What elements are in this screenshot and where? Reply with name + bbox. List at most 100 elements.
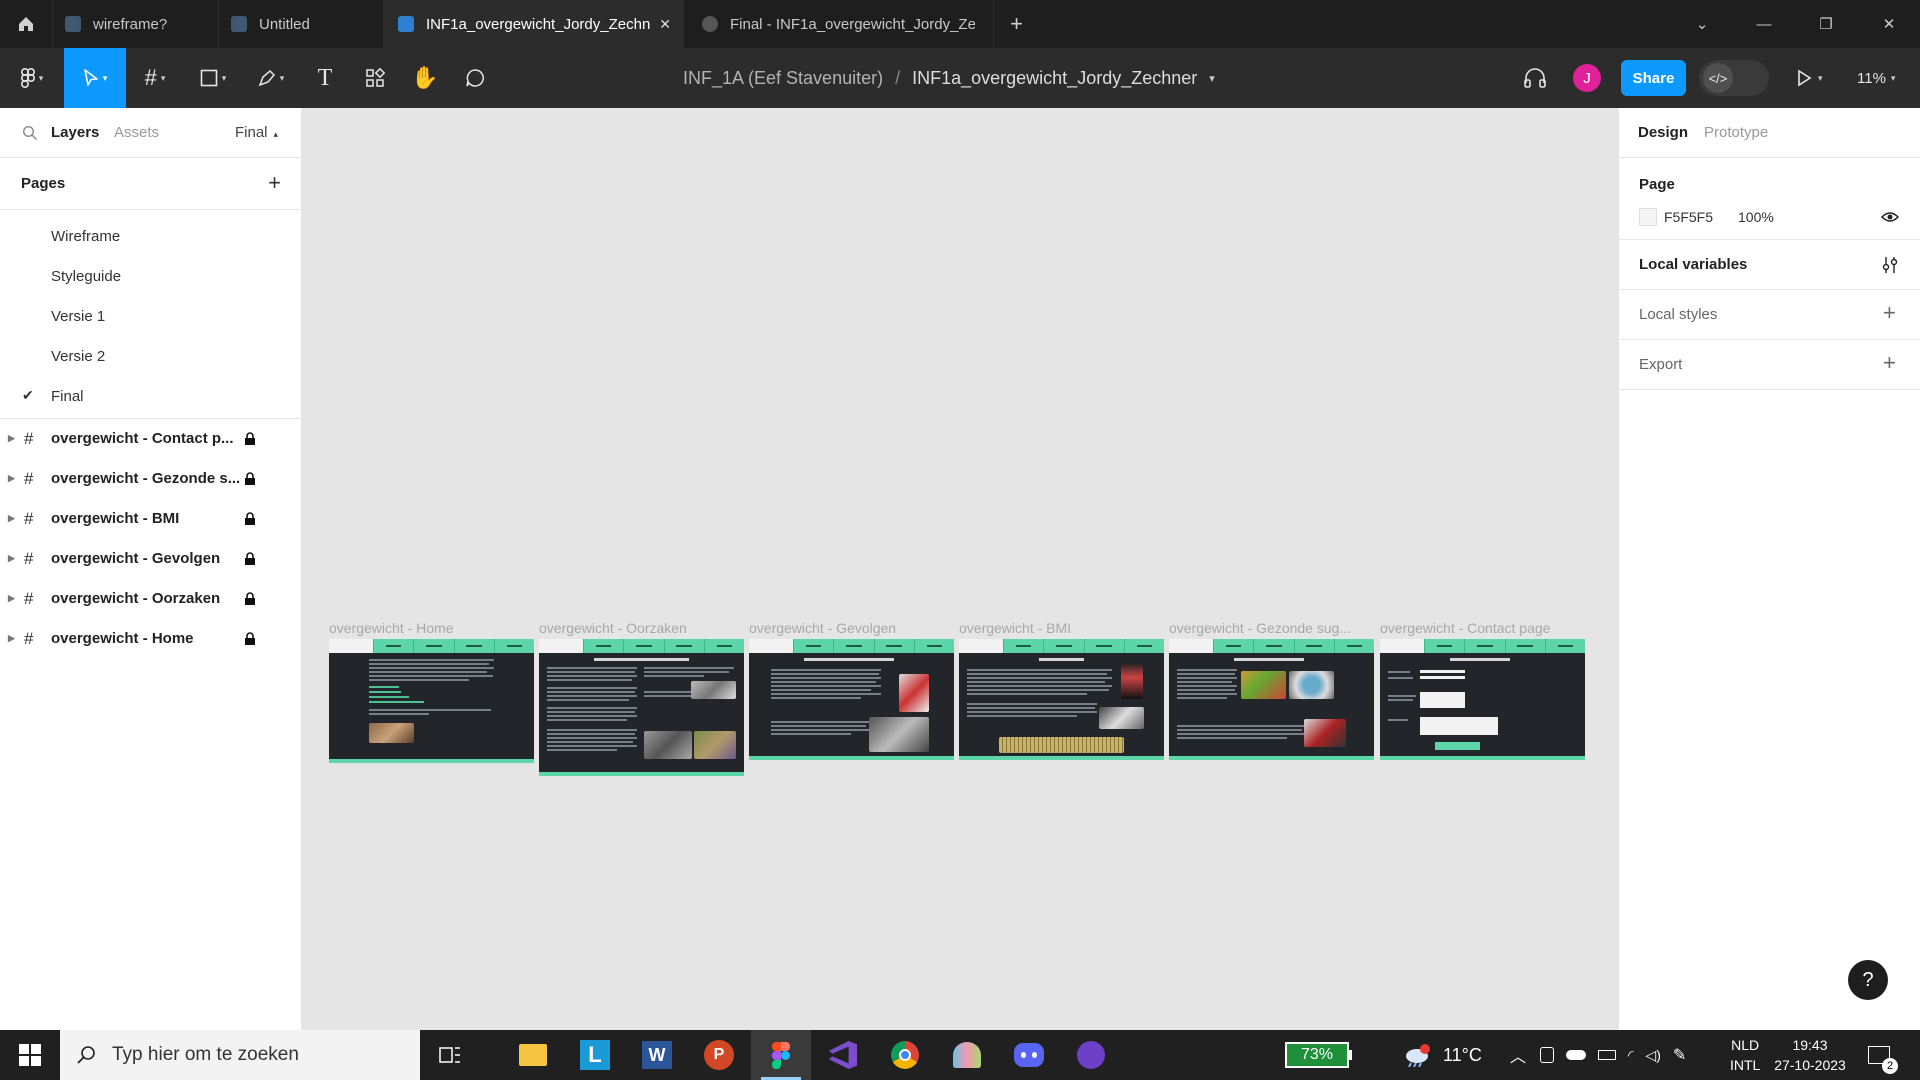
onedrive-icon[interactable] [1566,1050,1586,1060]
page-item-versie-1[interactable]: Versie 1 [0,296,301,336]
add-style-button[interactable]: + [1883,300,1896,326]
chevron-right-icon[interactable]: ▶ [8,433,15,444]
text-tool-button[interactable]: T [300,48,350,108]
discord-icon[interactable] [999,1030,1059,1080]
task-view-icon[interactable] [420,1030,480,1080]
local-styles-section[interactable]: Local styles + [1619,290,1920,340]
frame-tool-button[interactable]: # ▾ [126,48,184,108]
chevron-down-icon[interactable]: ⌄ [1671,0,1733,48]
layer-row[interactable]: ▶ # overgewicht - Contact p... [0,419,301,459]
layer-row[interactable]: ▶ # overgewicht - Gevolgen [0,539,301,579]
new-tab-button[interactable]: + [993,0,1039,48]
app-l-icon[interactable]: L [565,1030,625,1080]
shape-tool-button[interactable]: ▾ [184,48,242,108]
lock-icon[interactable] [244,432,256,446]
audio-button[interactable] [1523,48,1547,108]
comment-tool-button[interactable] [450,48,500,108]
frame-bmi[interactable] [959,639,1164,760]
tab-current-file[interactable]: INF1a_overgewicht_Jordy_Zechner ✕ [383,0,683,48]
tab-prototype[interactable]: Prototype [1704,124,1768,141]
chevron-right-icon[interactable]: ▶ [8,553,15,564]
close-icon[interactable]: ✕ [659,16,671,33]
lock-icon[interactable] [244,592,256,606]
lock-icon[interactable] [244,632,256,646]
lock-icon[interactable] [244,472,256,486]
chevron-right-icon[interactable]: ▶ [8,593,15,604]
powerpoint-icon[interactable]: P [689,1030,749,1080]
notification-center-button[interactable]: 2 [1868,1030,1898,1080]
help-button[interactable]: ? [1848,960,1888,1000]
battery-icon[interactable] [1598,1050,1616,1060]
weather-widget[interactable]: 11°C [1403,1030,1482,1080]
zoom-menu[interactable]: 11% ▾ [1857,48,1895,108]
file-breadcrumb[interactable]: INF_1A (Eef Stavenuiter) / INF1a_overgew… [683,48,1215,108]
tab-assets[interactable]: Assets [114,124,159,141]
meet-icon[interactable] [1540,1047,1554,1063]
variables-icon[interactable] [1881,255,1899,275]
restore-button[interactable]: ❐ [1795,0,1857,48]
layer-row[interactable]: ▶ # overgewicht - Oorzaken [0,579,301,619]
tab-prototype-final[interactable]: Final - INF1a_overgewicht_Jordy_Zechner [683,0,993,48]
present-button[interactable]: ▾ [1796,48,1823,108]
lock-icon[interactable] [244,512,256,526]
file-explorer-icon[interactable] [503,1030,563,1080]
project-name[interactable]: INF_1A (Eef Stavenuiter) [683,68,883,89]
frame-home[interactable] [329,639,534,763]
page-switcher[interactable]: Final ▴ [235,124,278,141]
input-language[interactable]: NLD INTL [1730,1030,1760,1080]
word-icon[interactable]: W [627,1030,687,1080]
github-icon[interactable] [1061,1030,1121,1080]
volume-icon[interactable]: ◁) [1645,1047,1660,1064]
frame-contact[interactable] [1380,639,1585,760]
wifi-icon[interactable]: ◜ [1628,1047,1633,1064]
page-color-opacity[interactable]: 100% [1738,209,1774,225]
frame-oorzaken[interactable] [539,639,744,776]
tab-layers[interactable]: Layers [51,124,99,141]
tab-untitled[interactable]: Untitled [218,0,383,48]
close-window-button[interactable]: ✕ [1858,0,1920,48]
chevron-right-icon[interactable]: ▶ [8,633,15,644]
chrome-icon[interactable] [875,1030,935,1080]
local-variables-section[interactable]: Local variables [1619,240,1920,290]
resources-button[interactable] [350,48,400,108]
minimize-button[interactable]: — [1733,0,1795,48]
hand-tool-button[interactable]: ✋ [400,48,450,108]
export-section[interactable]: Export + [1619,340,1920,390]
layer-row[interactable]: ▶ # overgewicht - Gezonde s... [0,459,301,499]
figma-icon[interactable] [751,1030,811,1080]
home-icon[interactable] [0,0,52,48]
show-hidden-icons-button[interactable]: ︿ [1510,1030,1526,1080]
search-icon[interactable] [22,125,38,141]
page-item-styleguide[interactable]: Styleguide [0,256,301,296]
layer-row[interactable]: ▶ # overgewicht - Home [0,619,301,659]
eye-icon[interactable] [1881,211,1899,223]
pen-icon[interactable]: ✎ [1673,1045,1686,1065]
battery-indicator[interactable]: 73% [1285,1030,1352,1080]
frame-title[interactable]: overgewicht - Gevolgen [749,620,949,636]
page-item-wireframe[interactable]: Wireframe [0,216,301,256]
share-button[interactable]: Share [1621,48,1686,108]
page-item-final[interactable]: ✔ Final [0,376,301,416]
add-export-button[interactable]: + [1883,350,1896,376]
tab-wireframe[interactable]: wireframe? [52,0,218,48]
canvas[interactable]: overgewicht - Home overgewicht - Oorzake… [302,108,1618,1030]
move-tool-button[interactable]: ▾ [64,48,126,108]
app-umbrella-icon[interactable] [937,1030,997,1080]
add-page-button[interactable]: + [268,170,281,196]
frame-title[interactable]: overgewicht - Gezonde sug... [1169,620,1369,636]
tab-design[interactable]: Design [1638,124,1688,141]
clock[interactable]: 19:43 27-10-2023 [1770,1030,1850,1080]
windows-start-button[interactable] [0,1030,60,1080]
frame-title[interactable]: overgewicht - Contact page [1380,620,1580,636]
lock-icon[interactable] [244,552,256,566]
taskbar-search[interactable]: Typ hier om te zoeken [60,1030,420,1080]
frame-gezonde-suggesties[interactable] [1169,639,1374,760]
page-item-versie-2[interactable]: Versie 2 [0,336,301,376]
page-color-hex[interactable]: F5F5F5 [1664,209,1713,225]
pen-tool-button[interactable]: ▾ [242,48,300,108]
user-avatar[interactable]: J [1573,48,1601,108]
layer-row[interactable]: ▶ # overgewicht - BMI [0,499,301,539]
page-color-swatch[interactable] [1639,208,1657,226]
main-menu-button[interactable]: ▾ [0,48,64,108]
frame-title[interactable]: overgewicht - Home [329,620,529,636]
